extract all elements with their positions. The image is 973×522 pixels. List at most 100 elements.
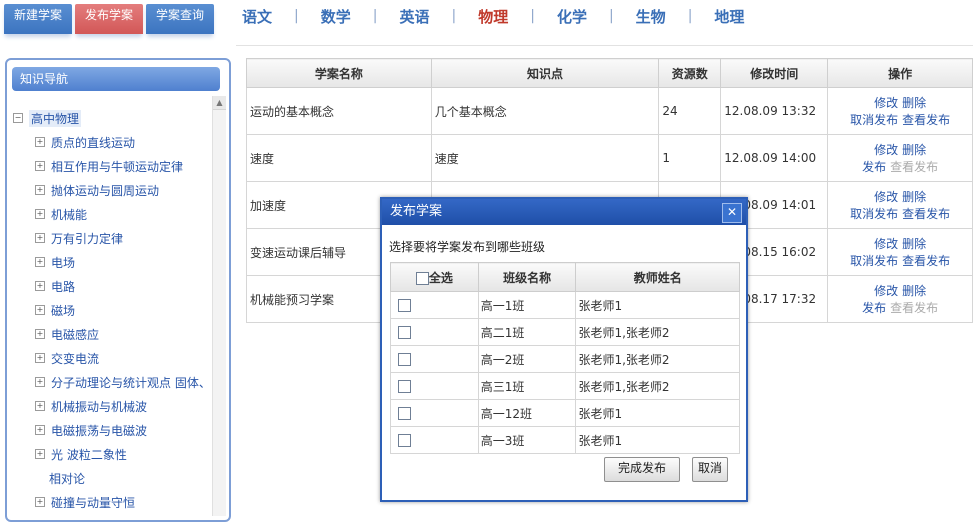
class-checkbox[interactable] — [398, 353, 411, 366]
tree-root[interactable]: − 高中物理 — [13, 108, 82, 128]
tree-item[interactable]: + 质点的直线运动 — [35, 132, 135, 152]
publish-plan-button[interactable]: 发布学案 — [75, 4, 143, 34]
edit-link[interactable]: 修改 — [874, 96, 898, 110]
cancel-button[interactable]: 取消 — [692, 457, 728, 482]
count-cell: 1 — [658, 134, 722, 182]
tree-item-label: 磁场 — [51, 303, 76, 318]
col-header: 修改时间 — [720, 58, 829, 88]
edit-link[interactable]: 修改 — [874, 143, 898, 157]
subject-tab-chemistry[interactable]: 化学 — [557, 6, 587, 27]
confirm-publish-button[interactable]: 完成发布 — [604, 457, 680, 482]
tree-item[interactable]: + 相互作用与牛顿运动定律 — [35, 156, 183, 176]
query-plan-button[interactable]: 学案查询 — [146, 4, 214, 34]
expand-icon[interactable]: + — [35, 305, 45, 315]
tree-item[interactable]: + 抛体运动与圆周运动 — [35, 180, 159, 200]
dialog-title-bar[interactable]: 发布学案 — [382, 199, 746, 225]
view-publish-link[interactable]: 查看发布 — [902, 113, 950, 127]
expand-icon[interactable]: + — [35, 497, 45, 507]
expand-icon[interactable]: + — [35, 329, 45, 339]
delete-link[interactable]: 删除 — [902, 190, 926, 204]
expand-icon[interactable]: + — [35, 353, 45, 363]
expand-icon[interactable]: + — [35, 377, 45, 387]
tree-item-label: 机械能 — [51, 207, 88, 222]
knowledge-nav-panel: 知识导航 ▲ − 高中物理 + 质点的直线运动 + 相互作用与牛顿运动定律 + 抛体运… — [5, 58, 231, 522]
divider: | — [530, 8, 535, 24]
tree-item[interactable]: + 光 波粒二象性 — [35, 444, 127, 464]
subject-tab-english[interactable]: 英语 — [399, 6, 429, 27]
tree-item[interactable]: + 机械能 — [35, 204, 87, 224]
ops-cell: 修改 删除 取消发布 查看发布 — [827, 228, 973, 276]
tree-item[interactable]: + 电磁振荡与电磁波 — [35, 420, 147, 440]
tree-item[interactable]: + 机械振动与机械波 — [35, 396, 147, 416]
delete-link[interactable]: 删除 — [902, 96, 926, 110]
expand-icon[interactable]: + — [35, 449, 45, 459]
class-name-cell: 高三1班 — [477, 372, 577, 400]
expand-icon[interactable]: + — [35, 281, 45, 291]
teacher-cell: 张老师1 — [575, 399, 740, 427]
view-publish-link-disabled: 查看发布 — [890, 160, 939, 174]
class-checkbox[interactable] — [398, 434, 411, 447]
ops-cell: 修改 删除 发布 查看发布 — [827, 134, 973, 182]
tree-item-label: 相互作用与牛顿运动定律 — [51, 159, 184, 174]
subject-tab-biology[interactable]: 生物 — [636, 6, 666, 27]
class-checkbox[interactable] — [398, 380, 411, 393]
view-publish-link[interactable]: 查看发布 — [902, 207, 950, 221]
tree-item[interactable]: + 分子动理论与统计观点 固体、液 — [35, 372, 207, 392]
view-publish-link[interactable]: 查看发布 — [902, 254, 950, 268]
tree-item[interactable]: + 电磁感应 — [35, 324, 99, 344]
tree-item[interactable]: + 交变电流 — [35, 348, 99, 368]
class-checkbox[interactable] — [398, 407, 411, 420]
subject-tab-geography[interactable]: 地理 — [714, 6, 744, 27]
ops-cell: 修改 删除 取消发布 查看发布 — [827, 87, 973, 135]
subject-tab-math[interactable]: 数学 — [321, 6, 351, 27]
close-icon[interactable]: ✕ — [722, 203, 742, 223]
unpublish-link[interactable]: 取消发布 — [850, 254, 898, 268]
expand-icon[interactable]: + — [35, 233, 45, 243]
unpublish-link[interactable]: 取消发布 — [850, 113, 898, 127]
tree-item-label: 电路 — [51, 279, 76, 294]
new-plan-button[interactable]: 新建学案 — [4, 4, 72, 34]
tree-item[interactable]: + 碰撞与动量守恒 — [35, 492, 135, 512]
checkbox-cell — [390, 345, 479, 373]
delete-link[interactable]: 删除 — [902, 284, 926, 298]
class-name-cell: 高一3班 — [477, 426, 577, 454]
subject-nav: 语文 | 数学 | 英语 | 物理 | 化学 | 生物 | 地理 — [242, 5, 744, 27]
expand-icon[interactable]: + — [35, 209, 45, 219]
delete-link[interactable]: 删除 — [902, 237, 926, 251]
plan-name-link[interactable]: 速度 — [246, 134, 432, 182]
checkbox-cell — [390, 291, 479, 319]
expand-icon[interactable]: + — [35, 257, 45, 267]
tree-item[interactable]: + 磁场 — [35, 300, 75, 320]
unpublish-link[interactable]: 取消发布 — [850, 207, 898, 221]
publish-link[interactable]: 发布 — [862, 301, 886, 315]
table-header: 学案名称 知识点 资源数 修改时间 操作 — [246, 58, 973, 88]
scroll-up-icon[interactable]: ▲ — [213, 96, 226, 110]
class-checkbox[interactable] — [398, 326, 411, 339]
edit-link[interactable]: 修改 — [874, 190, 898, 204]
plan-name-link[interactable]: 运动的基本概念 — [246, 87, 432, 135]
edit-link[interactable]: 修改 — [874, 284, 898, 298]
tree-item[interactable]: + 电场 — [35, 252, 75, 272]
select-all-checkbox[interactable] — [415, 271, 429, 285]
expand-icon[interactable]: + — [35, 401, 45, 411]
topic-cell: 速度 — [430, 134, 660, 182]
teacher-cell: 张老师1,张老师2 — [575, 372, 740, 400]
expand-icon[interactable]: + — [35, 161, 45, 171]
publish-link[interactable]: 发布 — [862, 160, 886, 174]
collapse-icon[interactable]: − — [13, 113, 23, 123]
edit-link[interactable]: 修改 — [874, 237, 898, 251]
subject-tab-chinese[interactable]: 语文 — [242, 6, 272, 27]
tree-scrollbar[interactable]: ▲ — [212, 96, 226, 516]
col-header: 操作 — [827, 58, 973, 88]
tree-item[interactable]: + 万有引力定律 — [35, 228, 123, 248]
expand-icon[interactable]: + — [35, 425, 45, 435]
expand-icon[interactable]: + — [35, 185, 45, 195]
delete-link[interactable]: 删除 — [902, 143, 926, 157]
subject-tab-physics[interactable]: 物理 — [478, 6, 508, 27]
tree-item-label: 相对论 — [49, 471, 86, 486]
class-checkbox[interactable] — [398, 299, 411, 312]
expand-icon[interactable]: + — [35, 137, 45, 147]
tree-item[interactable]: + 电路 — [35, 276, 75, 296]
tree-item[interactable]: 相对论 — [49, 468, 85, 488]
publish-dialog: 发布学案 ✕ 选择要将学案发布到哪些班级 全选 班级名称 教师姓名 高一1班 张… — [380, 197, 748, 502]
